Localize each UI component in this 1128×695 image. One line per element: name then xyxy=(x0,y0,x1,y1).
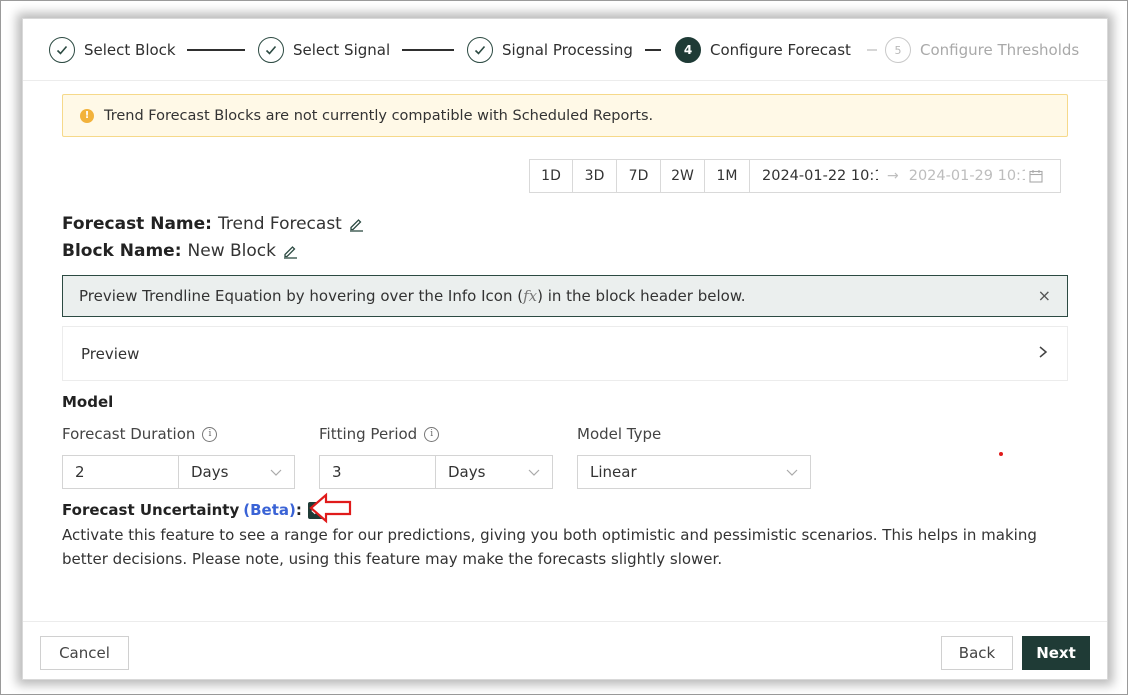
check-icon xyxy=(258,37,284,63)
step-label: Configure Thresholds xyxy=(920,41,1080,59)
screenshot-frame: Select Block Select Signal Signal Proces… xyxy=(0,0,1128,695)
info-text-before: Preview Trendline Equation by hovering o… xyxy=(79,287,524,305)
edit-pencil-icon[interactable] xyxy=(348,216,364,232)
date-range-picker[interactable]: 2024-01-22 10:13 → 2024-01-29 10:13 xyxy=(749,159,1061,193)
check-icon xyxy=(467,37,493,63)
forecast-duration-unit-select[interactable]: Days xyxy=(178,455,295,489)
cancel-button[interactable]: Cancel xyxy=(40,636,129,670)
forecast-name-label: Forecast Name: xyxy=(62,214,212,234)
chevron-right-icon xyxy=(1039,346,1048,358)
step-select-signal[interactable]: Select Signal xyxy=(258,36,390,64)
wizard-steps: Select Block Select Signal Signal Proces… xyxy=(23,19,1107,81)
check-icon xyxy=(49,37,75,63)
trendline-info-alert: Preview Trendline Equation by hovering o… xyxy=(62,275,1068,317)
end-date-input[interactable]: 2024-01-29 10:13 xyxy=(909,168,1025,184)
warning-text: Trend Forecast Blocks are not currently … xyxy=(104,107,654,124)
preview-label: Preview xyxy=(81,344,140,363)
arrow-right-icon: → xyxy=(887,168,899,184)
model-type-label: Model Type xyxy=(577,425,661,443)
info-icon[interactable]: i xyxy=(202,426,218,442)
chevron-down-icon xyxy=(786,469,798,476)
step-select-block[interactable]: Select Block xyxy=(49,36,176,64)
select-value: Linear xyxy=(590,463,637,481)
calendar-icon xyxy=(1029,170,1043,183)
chevron-down-icon xyxy=(270,469,282,476)
model-type-select[interactable]: Linear xyxy=(577,455,811,489)
info-text-after: ) in the block header below. xyxy=(537,287,746,305)
edit-pencil-icon[interactable] xyxy=(282,243,298,259)
step-connector xyxy=(645,49,661,51)
step-configure-thresholds[interactable]: 5 Configure Thresholds xyxy=(885,36,1079,64)
dialog-footer: Cancel Back Next xyxy=(23,621,1107,679)
time-range-selector: 1D 3D 7D 2W 1M 2024-01-22 10:13 → 2024-0… xyxy=(529,159,1061,193)
back-button[interactable]: Back xyxy=(941,636,1013,670)
red-arrow-annotation-icon xyxy=(309,492,352,524)
annotation-dot xyxy=(999,452,1003,456)
close-icon[interactable]: × xyxy=(1038,286,1051,305)
step-number-badge: 4 xyxy=(675,37,701,63)
select-value: Days xyxy=(191,463,229,481)
uncertainty-description: Activate this feature to see a range for… xyxy=(62,526,1037,568)
uncertainty-colon: : xyxy=(295,501,302,519)
forecast-duration-input[interactable]: 2 xyxy=(62,455,179,489)
fitting-period-label: Fitting Period i xyxy=(319,425,440,443)
start-date-input[interactable]: 2024-01-22 10:13 xyxy=(762,168,878,184)
block-name-label: Block Name: xyxy=(62,241,182,261)
forecast-duration-label: Forecast Duration i xyxy=(62,425,218,443)
range-1m-button[interactable]: 1M xyxy=(704,159,750,193)
uncertainty-label: Forecast Uncertainty xyxy=(62,501,240,519)
preview-collapse-header[interactable]: Preview xyxy=(62,326,1068,381)
fitting-period-unit-select[interactable]: Days xyxy=(435,455,553,489)
block-name-value: New Block xyxy=(187,241,276,261)
beta-badge: (Beta) xyxy=(243,501,296,519)
step-signal-processing[interactable]: Signal Processing xyxy=(467,36,633,64)
model-section-title: Model xyxy=(62,393,114,411)
model-type-label-text: Model Type xyxy=(577,425,662,443)
select-value: Days xyxy=(448,463,486,481)
step-label: Signal Processing xyxy=(502,41,633,59)
range-1d-button[interactable]: 1D xyxy=(529,159,573,193)
block-name-row: Block Name: New Block xyxy=(62,241,298,261)
chevron-down-icon xyxy=(528,469,540,476)
step-configure-forecast[interactable]: 4 Configure Forecast xyxy=(675,36,851,64)
next-button[interactable]: Next xyxy=(1022,636,1090,670)
range-7d-button[interactable]: 7D xyxy=(616,159,661,193)
forecast-wizard-dialog: Select Block Select Signal Signal Proces… xyxy=(23,19,1107,679)
forecast-duration-label-text: Forecast Duration xyxy=(62,425,196,443)
forecast-name-row: Forecast Name: Trend Forecast xyxy=(62,214,364,234)
fx-icon: fx xyxy=(523,287,538,305)
step-connector xyxy=(402,49,454,51)
fitting-period-input[interactable]: 3 xyxy=(319,455,436,489)
step-connector xyxy=(867,49,877,51)
forecast-name-value: Trend Forecast xyxy=(217,214,342,234)
warning-icon: ! xyxy=(80,108,94,123)
step-number-badge: 5 xyxy=(885,37,911,63)
fitting-period-label-text: Fitting Period xyxy=(319,425,418,443)
forecast-uncertainty-row: Forecast Uncertainty (Beta) : xyxy=(62,501,325,519)
range-2w-button[interactable]: 2W xyxy=(660,159,705,193)
step-label: Configure Forecast xyxy=(710,41,851,59)
step-label: Select Signal xyxy=(293,41,391,59)
step-label: Select Block xyxy=(84,41,176,59)
range-3d-button[interactable]: 3D xyxy=(572,159,617,193)
compatibility-warning: ! Trend Forecast Blocks are not currentl… xyxy=(62,94,1068,137)
info-icon[interactable]: i xyxy=(424,426,440,442)
step-connector xyxy=(187,49,245,51)
